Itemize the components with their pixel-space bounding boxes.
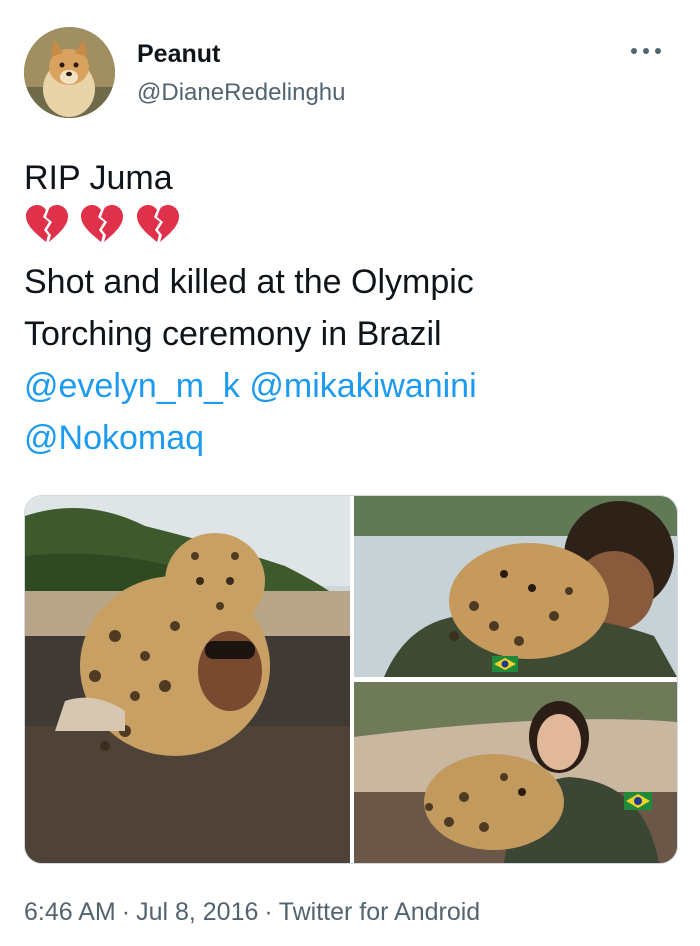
avatar[interactable] <box>24 27 115 118</box>
tweet-header: Peanut @DianeRedelinghu <box>24 27 676 119</box>
tweet-date[interactable]: Jul 8, 2016 <box>136 898 258 926</box>
broken-heart-icon <box>26 205 68 242</box>
dog-avatar-icon <box>24 27 115 118</box>
broken-heart-icon <box>81 205 124 242</box>
emoji-row <box>24 204 676 256</box>
tweet-line-3: Torching ceremony in Brazil <box>24 315 442 353</box>
meta-separator: · <box>264 898 273 926</box>
tweet-line-2: Shot and killed at the Olympic <box>24 263 474 301</box>
meta-separator: · <box>121 898 131 926</box>
mention-link[interactable]: @evelyn_m_k <box>24 367 240 405</box>
tweet-time[interactable]: 6:46 AM <box>24 898 116 926</box>
more-options-icon[interactable] <box>628 41 664 61</box>
mentions-line-2: @Nokomaq <box>24 412 676 464</box>
mention-link[interactable]: @mikakiwanini <box>249 367 476 405</box>
mentions-line-1: @evelyn_m_k @mikakiwanini <box>24 360 676 412</box>
display-name[interactable]: Peanut <box>137 39 220 69</box>
tweet-source[interactable]: Twitter for Android <box>279 898 480 926</box>
tweet-text: RIP Juma Shot and killed at the Olympic … <box>24 152 676 464</box>
tweet-line-title: RIP Juma <box>24 159 173 197</box>
tweet-meta: 6:46 AM · Jul 8, 2016 · Twitter for Android <box>24 895 480 929</box>
photo-jaguar-on-man[interactable] <box>25 496 350 863</box>
broken-heart-icon <box>136 205 179 242</box>
user-handle[interactable]: @DianeRedelinghu <box>137 78 346 108</box>
media-grid <box>24 495 678 864</box>
photo-jaguar-hug-soldier[interactable] <box>354 496 677 677</box>
photo-jaguar-woman-soldier[interactable] <box>354 682 677 863</box>
mention-link[interactable]: @Nokomaq <box>24 419 204 457</box>
